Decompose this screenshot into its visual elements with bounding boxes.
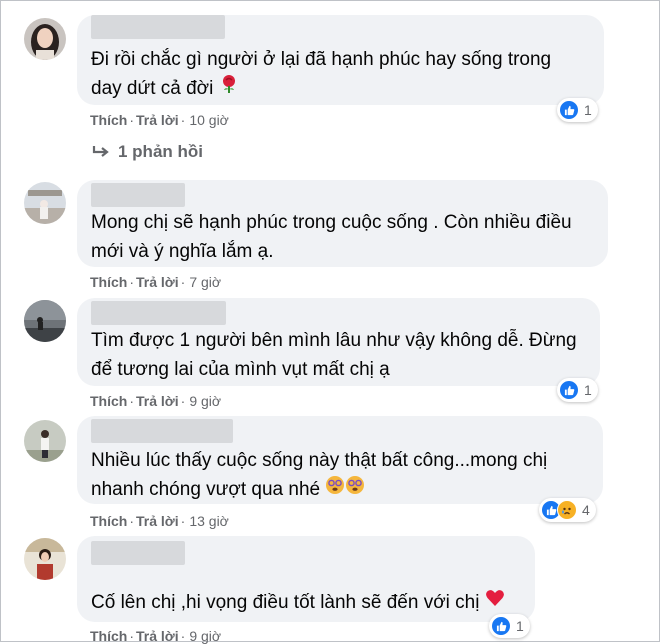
avatar[interactable] xyxy=(24,300,66,342)
comment-text-line: để tương lai của mình vụt mất chị ạ xyxy=(91,359,390,380)
reaction-count[interactable]: 1 xyxy=(489,614,530,638)
like-icon xyxy=(491,616,511,636)
reaction-count[interactable]: 1 xyxy=(557,98,598,122)
dizzy-face-emoji-icon xyxy=(325,475,345,504)
comment-actions: Thích · Trả lời · 7 giờ xyxy=(90,274,221,290)
comment-actions: Thích · Trả lời · 13 giờ xyxy=(90,513,229,529)
comment-bubble: Đi rồi chắc gì người ở lại đã hạnh phúc … xyxy=(77,15,604,105)
reply-link[interactable]: Trả lời xyxy=(136,274,179,290)
comment-bubble: Cố lên chị ,hi vọng điều tốt lành sẽ đến… xyxy=(77,536,535,622)
comment-text-line: nhanh chóng vượt qua nhé xyxy=(91,479,321,500)
commenter-name-redacted xyxy=(91,301,226,325)
comment-bubble: Tìm được 1 người bên mình lâu như vậy kh… xyxy=(77,298,600,386)
separator: · xyxy=(129,393,135,409)
reply-link[interactable]: Trả lời xyxy=(136,513,179,529)
separator: · xyxy=(129,513,135,529)
separator: · xyxy=(180,112,186,128)
reply-arrow-icon xyxy=(92,146,109,157)
commenter-name-redacted xyxy=(91,15,225,39)
avatar[interactable] xyxy=(24,538,66,580)
reaction-count-number: 1 xyxy=(516,618,524,634)
comment-bubble: Nhiều lúc thấy cuộc sống này thật bất cô… xyxy=(77,416,603,504)
sad-icon xyxy=(557,500,577,520)
commenter-name-redacted xyxy=(91,419,233,443)
timestamp[interactable]: 9 giờ xyxy=(189,393,221,409)
commenter-name-redacted xyxy=(91,541,185,565)
comment-text-line: Cố lên chị ,hi vọng điều tốt lành sẽ đến… xyxy=(91,592,480,613)
comment-text-line: Đi rồi chắc gì người ở lại đã hạnh phúc … xyxy=(91,49,552,70)
reaction-count-number: 1 xyxy=(584,102,592,118)
reaction-count[interactable]: 4 xyxy=(539,498,596,522)
reply-link[interactable]: Trả lời xyxy=(136,112,179,128)
reaction-count[interactable]: 1 xyxy=(557,378,598,402)
comment-text-line: Tìm được 1 người bên mình lâu như vậy kh… xyxy=(91,330,577,351)
reaction-count-number: 1 xyxy=(584,382,592,398)
separator: · xyxy=(129,274,135,290)
commenter-name-redacted xyxy=(91,183,185,207)
separator: · xyxy=(129,112,135,128)
replies-count-label: 1 phản hồi xyxy=(118,142,203,161)
avatar[interactable] xyxy=(24,182,66,224)
like-icon xyxy=(559,100,579,120)
timestamp[interactable]: 7 giờ xyxy=(189,274,221,290)
timestamp[interactable]: 10 giờ xyxy=(189,112,229,128)
like-link[interactable]: Thích xyxy=(90,274,127,290)
separator: · xyxy=(180,393,186,409)
comment-text-line: Nhiều lúc thấy cuộc sống này thật bất cô… xyxy=(91,450,548,471)
avatar[interactable] xyxy=(24,18,66,60)
like-link[interactable]: Thích xyxy=(90,112,127,128)
comment-text-line: day dứt cả đời xyxy=(91,78,214,99)
dizzy-face-emoji-icon xyxy=(345,475,365,504)
rose-emoji-icon xyxy=(219,74,239,103)
timestamp[interactable]: 13 giờ xyxy=(189,513,229,529)
reaction-count-number: 4 xyxy=(582,502,590,518)
separator: · xyxy=(180,274,186,290)
comment-text-line: Mong chị sẽ hạnh phúc trong cuộc sống . … xyxy=(91,212,572,233)
like-link[interactable]: Thích xyxy=(90,513,127,529)
comment-bubble: Mong chị sẽ hạnh phúc trong cuộc sống . … xyxy=(77,180,608,267)
avatar[interactable] xyxy=(24,420,66,462)
comment-text-line: mới và ý nghĩa lắm ạ. xyxy=(91,241,274,262)
like-icon xyxy=(559,380,579,400)
like-link[interactable]: Thích xyxy=(90,393,127,409)
separator: · xyxy=(180,513,186,529)
comment-actions: Thích · Trả lời · 10 giờ xyxy=(90,112,229,128)
view-replies-link[interactable]: 1 phản hồi xyxy=(92,142,203,162)
comment-actions: Thích · Trả lời · 9 giờ xyxy=(90,393,221,409)
reply-link[interactable]: Trả lời xyxy=(136,393,179,409)
